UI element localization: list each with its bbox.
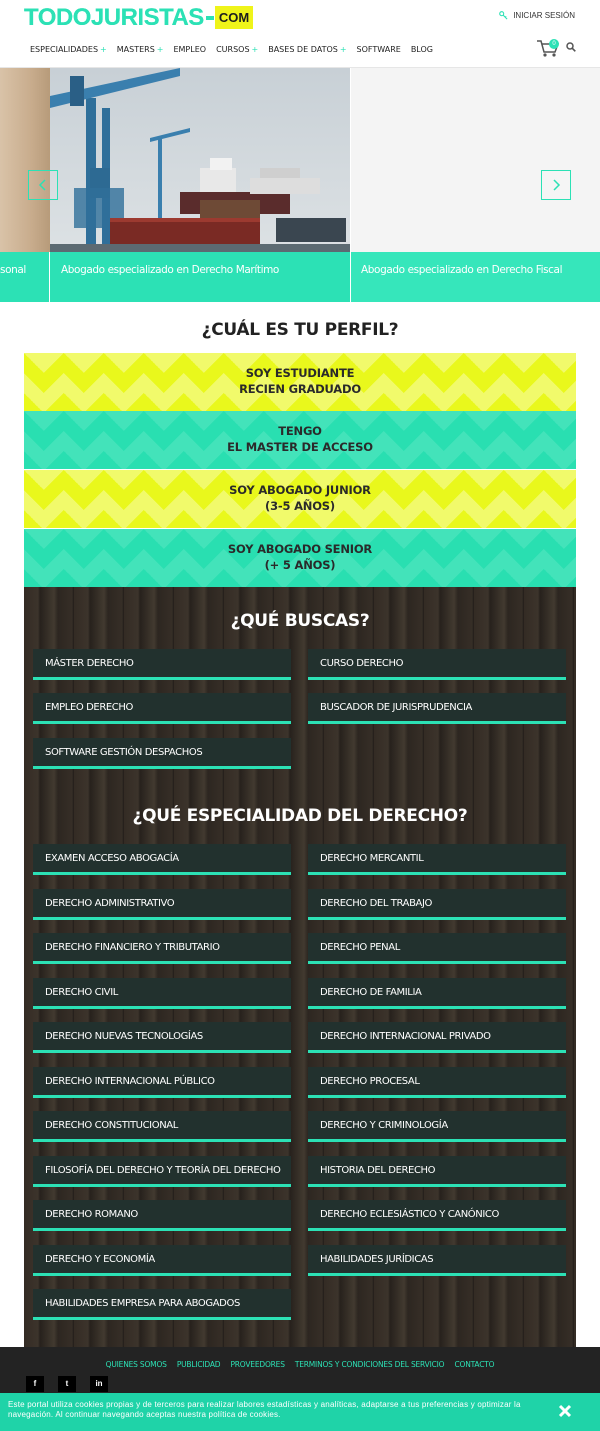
site-logo[interactable]: TODOJURISTAS COM [24, 3, 254, 31]
especialidad-item[interactable]: DERECHO DE FAMILIA [308, 978, 566, 1009]
perfil-line: (+ 5 AÑOS) [264, 558, 336, 572]
buscas-heading: ¿QUÉ BUSCAS? [230, 611, 370, 631]
logo-text: TODOJURISTAS [24, 3, 204, 31]
perfil-line: EL MASTER DE ACCESO [227, 440, 373, 454]
especialidad-item[interactable]: DERECHO INTERNACIONAL PRIVADO [308, 1022, 566, 1053]
slide-caption-previous: sonal [0, 264, 26, 276]
slider-next-button[interactable] [541, 170, 571, 200]
nav-item-masters[interactable]: MASTERS + [117, 45, 164, 54]
especialidad-item[interactable]: DERECHO CONSTITUCIONAL [33, 1111, 291, 1142]
especialidad-item[interactable]: HISTORIA DEL DERECHO [308, 1156, 566, 1187]
especialidad-item[interactable]: DERECHO MERCANTIL [308, 844, 566, 875]
login-link[interactable]: INICIAR SESIÓN [499, 11, 575, 20]
nav-item-empleo[interactable]: EMPLEO [173, 45, 206, 54]
plus-icon: + [100, 45, 107, 54]
nav-item-software[interactable]: SOFTWARE [357, 45, 401, 54]
slide-caption-next[interactable]: Abogado especializado en Derecho Fiscal [361, 264, 563, 276]
especialidad-heading: ¿QUÉ ESPECIALIDAD DEL DERECHO? [132, 806, 468, 826]
search-icon[interactable] [566, 42, 576, 52]
footer-link-publicidad[interactable]: PUBLICIDAD [177, 1360, 221, 1369]
slide-caption-bar [351, 252, 600, 302]
buscas-item[interactable]: CURSO DERECHO [308, 649, 566, 680]
perfil-label: SOY ABOGADO SENIOR (+ 5 AÑOS) [228, 542, 372, 573]
slide-caption-bar [50, 252, 350, 302]
nav-label: BLOG [410, 45, 433, 54]
slider-prev-button[interactable] [28, 170, 58, 200]
perfil-senior-button[interactable]: SOY ABOGADO SENIOR (+ 5 AÑOS) [24, 529, 576, 587]
nav-label: MASTERS [116, 45, 155, 54]
site-header: TODOJURISTAS COM INICIAR SESIÓN ESPECIAL… [0, 0, 600, 68]
perfil-heading: ¿CUÁL ES TU PERFIL? [201, 320, 399, 340]
perfil-line: SOY ABOGADO JUNIOR [229, 483, 371, 498]
facebook-icon[interactable]: f [26, 1376, 44, 1392]
especialidad-item[interactable]: HABILIDADES EMPRESA PARA ABOGADOS [33, 1289, 291, 1320]
especialidad-item[interactable]: DERECHO PROCESAL [308, 1067, 566, 1098]
cart-count-badge: 0 [549, 39, 559, 49]
hero-slider: sonal Abogado especializado en Derecho M… [0, 68, 600, 302]
especialidad-item[interactable]: HABILIDADES JURÍDICAS [308, 1245, 566, 1276]
especialidad-item[interactable]: EXAMEN ACCESO ABOGACÍA [33, 844, 291, 875]
especialidad-item[interactable]: FILOSOFÍA DEL DERECHO Y TEORÍA DEL DEREC… [33, 1156, 291, 1187]
footer-link-quienes-somos[interactable]: QUIENES SOMOS [106, 1360, 167, 1369]
nav-label: EMPLEO [173, 45, 207, 54]
plus-icon: + [339, 45, 347, 54]
plus-icon: + [156, 45, 164, 54]
buscas-item[interactable]: EMPLEO DERECHO [33, 693, 291, 724]
perfil-line: (3-5 AÑOS) [265, 499, 335, 513]
especialidad-item[interactable]: DERECHO ROMANO [33, 1200, 291, 1231]
especialidad-item[interactable]: DERECHO INTERNACIONAL PÚBLICO [33, 1067, 291, 1098]
login-label: INICIAR SESIÓN [513, 11, 575, 20]
perfil-junior-button[interactable]: SOY ABOGADO JUNIOR (3-5 AÑOS) [24, 470, 576, 528]
key-icon [499, 11, 508, 20]
slide-caption-current[interactable]: Abogado especializado en Derecho Marítim… [61, 264, 279, 276]
plus-icon: + [251, 45, 259, 54]
especialidad-item[interactable]: DERECHO ADMINISTRATIVO [33, 889, 291, 920]
especialidad-item[interactable]: DERECHO Y CRIMINOLOGÍA [308, 1111, 566, 1142]
nav-label: CURSOS [216, 45, 250, 54]
footer-link-contacto[interactable]: CONTACTO [454, 1360, 494, 1369]
perfil-master-acceso-button[interactable]: TENGO EL MASTER DE ACCESO [24, 411, 576, 469]
perfil-line: SOY ESTUDIANTE [245, 366, 355, 381]
nav-label: ESPECIALIDADES [30, 45, 99, 54]
perfil-line: TENGO [278, 424, 322, 439]
logo-dash [205, 15, 214, 20]
especialidad-item[interactable]: DERECHO ECLESIÁSTICO Y CANÓNICO [308, 1200, 566, 1231]
perfil-label: SOY ABOGADO JUNIOR (3-5 AÑOS) [229, 483, 371, 514]
nav-item-bases-de-datos[interactable]: BASES DE DATOS + [268, 45, 346, 54]
especialidad-item[interactable]: DERECHO CIVIL [33, 978, 291, 1009]
buscas-item[interactable]: MÁSTER DERECHO [33, 649, 291, 680]
especialidad-item[interactable]: DERECHO DEL TRABAJO [308, 889, 566, 920]
logo-com: COM [214, 6, 254, 29]
nav-item-blog[interactable]: BLOG [411, 45, 433, 54]
buscas-item[interactable]: BUSCADOR DE JURISPRUDENCIA [308, 693, 566, 724]
bookshelf-background: ¿QUÉ BUSCAS? MÁSTER DERECHO CURSO DERECH… [24, 587, 576, 1347]
perfil-estudiante-button[interactable]: SOY ESTUDIANTE RECIEN GRADUADO [24, 353, 576, 411]
perfil-line: RECIEN GRADUADO [239, 382, 361, 396]
perfil-line: SOY ABOGADO SENIOR [227, 542, 373, 557]
nav-item-especialidades[interactable]: ESPECIALIDADES + [30, 45, 107, 54]
perfil-label: SOY ESTUDIANTE RECIEN GRADUADO [239, 366, 361, 397]
especialidad-item[interactable]: DERECHO FINANCIERO Y TRIBUTARIO [33, 933, 291, 964]
especialidad-item[interactable]: DERECHO PENAL [308, 933, 566, 964]
buscas-item[interactable]: SOFTWARE GESTIÓN DESPACHOS [33, 738, 291, 769]
nav-item-cursos[interactable]: CURSOS + [216, 45, 258, 54]
footer-link-proveedores[interactable]: PROVEEDORES [230, 1360, 285, 1369]
especialidad-item[interactable]: DERECHO Y ECONOMÍA [33, 1245, 291, 1276]
chevron-right-icon [553, 179, 561, 191]
perfil-label: TENGO EL MASTER DE ACCESO [227, 424, 373, 455]
slide-caption-bar [0, 252, 50, 302]
twitter-icon[interactable]: t [58, 1376, 76, 1392]
nav-label: BASES DE DATOS [268, 45, 338, 54]
close-icon[interactable] [557, 1403, 573, 1419]
nav-label: SOFTWARE [356, 45, 401, 54]
cookie-text: Este portal utiliza cookies propias y de… [8, 1400, 521, 1419]
footer-link-terminos[interactable]: TERMINOS Y CONDICIONES DEL SERVICIO [295, 1360, 445, 1369]
chevron-left-icon [38, 179, 46, 191]
especialidad-item[interactable]: DERECHO NUEVAS TECNOLOGÍAS [33, 1022, 291, 1053]
main-nav: ESPECIALIDADES + MASTERS + EMPLEO CURSOS + … [30, 45, 443, 54]
footer-links: QUIENES SOMOS PUBLICIDAD PROVEEDORES TER… [0, 1360, 600, 1369]
linkedin-icon[interactable]: in [90, 1376, 108, 1392]
